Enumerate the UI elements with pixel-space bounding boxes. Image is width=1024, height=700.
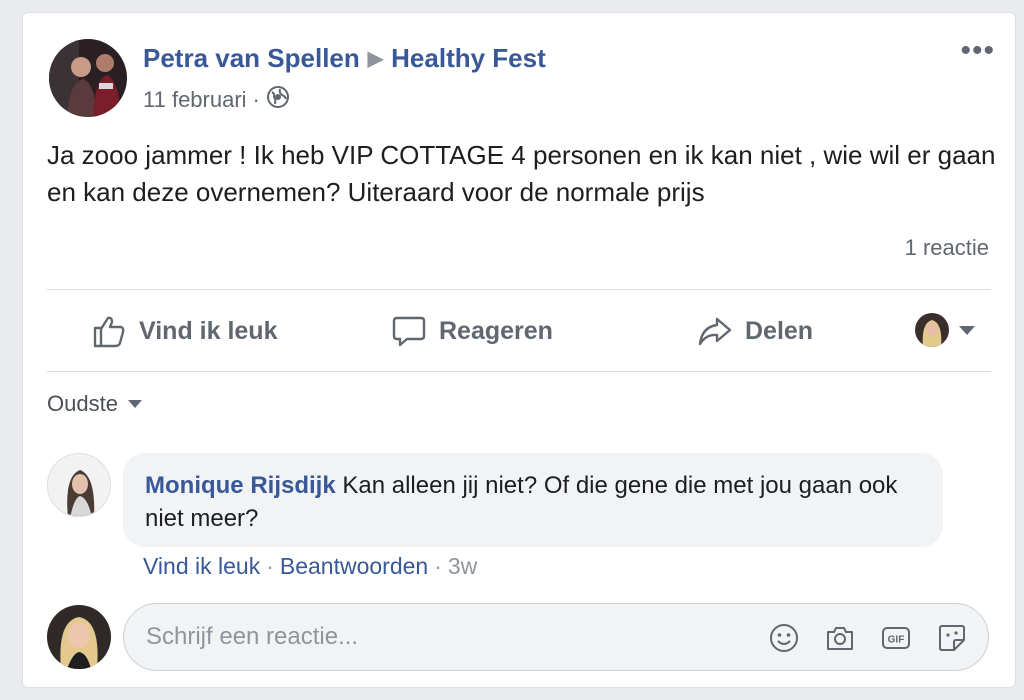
post-card: Petra van Spellen ▶ Healthy Fest 11 februa… <box>22 12 1016 688</box>
comment-actions: Vind ik leuk · Beantwoorden · 3w <box>143 553 477 580</box>
post-text: Ja zooo jammer ! Ik heb VIP COTTAGE 4 pe… <box>47 140 996 207</box>
comment-button[interactable]: Reageren <box>391 309 553 353</box>
comment-label: Reageren <box>439 316 553 345</box>
comment-composer: GIF <box>123 603 989 671</box>
share-as-selector[interactable] <box>915 313 975 347</box>
commenter-name[interactable]: Monique Rijsdijk <box>145 472 336 499</box>
group-name[interactable]: Healthy Fest <box>391 43 546 73</box>
viewer-avatar <box>915 313 949 347</box>
meta-separator: · <box>252 87 260 112</box>
comment-input[interactable] <box>146 618 706 656</box>
viewer-avatar[interactable] <box>47 605 111 669</box>
comment-sort-dropdown[interactable]: Oudste <box>47 391 142 417</box>
comment-like-link[interactable]: Vind ik leuk <box>143 553 260 579</box>
like-label: Vind ik leuk <box>139 316 278 345</box>
commenter-avatar[interactable] <box>47 453 111 517</box>
arrow-right-icon: ▶ <box>367 48 384 70</box>
comment-reply-link[interactable]: Beantwoorden <box>280 553 428 579</box>
author-avatar[interactable] <box>49 39 127 117</box>
divider <box>47 289 991 290</box>
gif-label: GIF <box>888 635 905 646</box>
separator: · <box>434 553 442 579</box>
chevron-down-icon <box>959 325 975 335</box>
more-options-icon[interactable]: ••• <box>960 36 995 66</box>
camera-icon[interactable] <box>824 622 856 654</box>
emoji-icon[interactable] <box>768 622 800 654</box>
post-header: Petra van Spellen ▶ Healthy Fest <box>143 43 546 74</box>
post-date[interactable]: 11 februari <box>143 87 247 113</box>
divider <box>47 371 991 372</box>
sort-label: Oudste <box>47 391 118 416</box>
share-arrow-icon <box>698 317 732 346</box>
author-name[interactable]: Petra van Spellen <box>143 43 360 73</box>
share-button[interactable]: Delen <box>697 309 813 353</box>
comment-count[interactable]: 1 reactie <box>905 235 989 261</box>
chevron-down-icon <box>127 400 142 408</box>
comment-time[interactable]: 3w <box>448 553 477 579</box>
comment-bubble: Monique Rijsdijk Kan alleen jij niet? Of… <box>123 453 943 547</box>
sticker-icon[interactable] <box>936 622 968 654</box>
separator: · <box>266 553 274 579</box>
post-meta: 11 februari · <box>143 85 290 115</box>
globe-icon[interactable] <box>266 85 290 115</box>
thumbs-up-icon <box>93 316 125 348</box>
comment-icon <box>392 316 426 347</box>
gif-icon[interactable]: GIF <box>880 622 912 654</box>
share-label: Delen <box>745 316 814 345</box>
like-button[interactable]: Vind ik leuk <box>91 309 277 353</box>
